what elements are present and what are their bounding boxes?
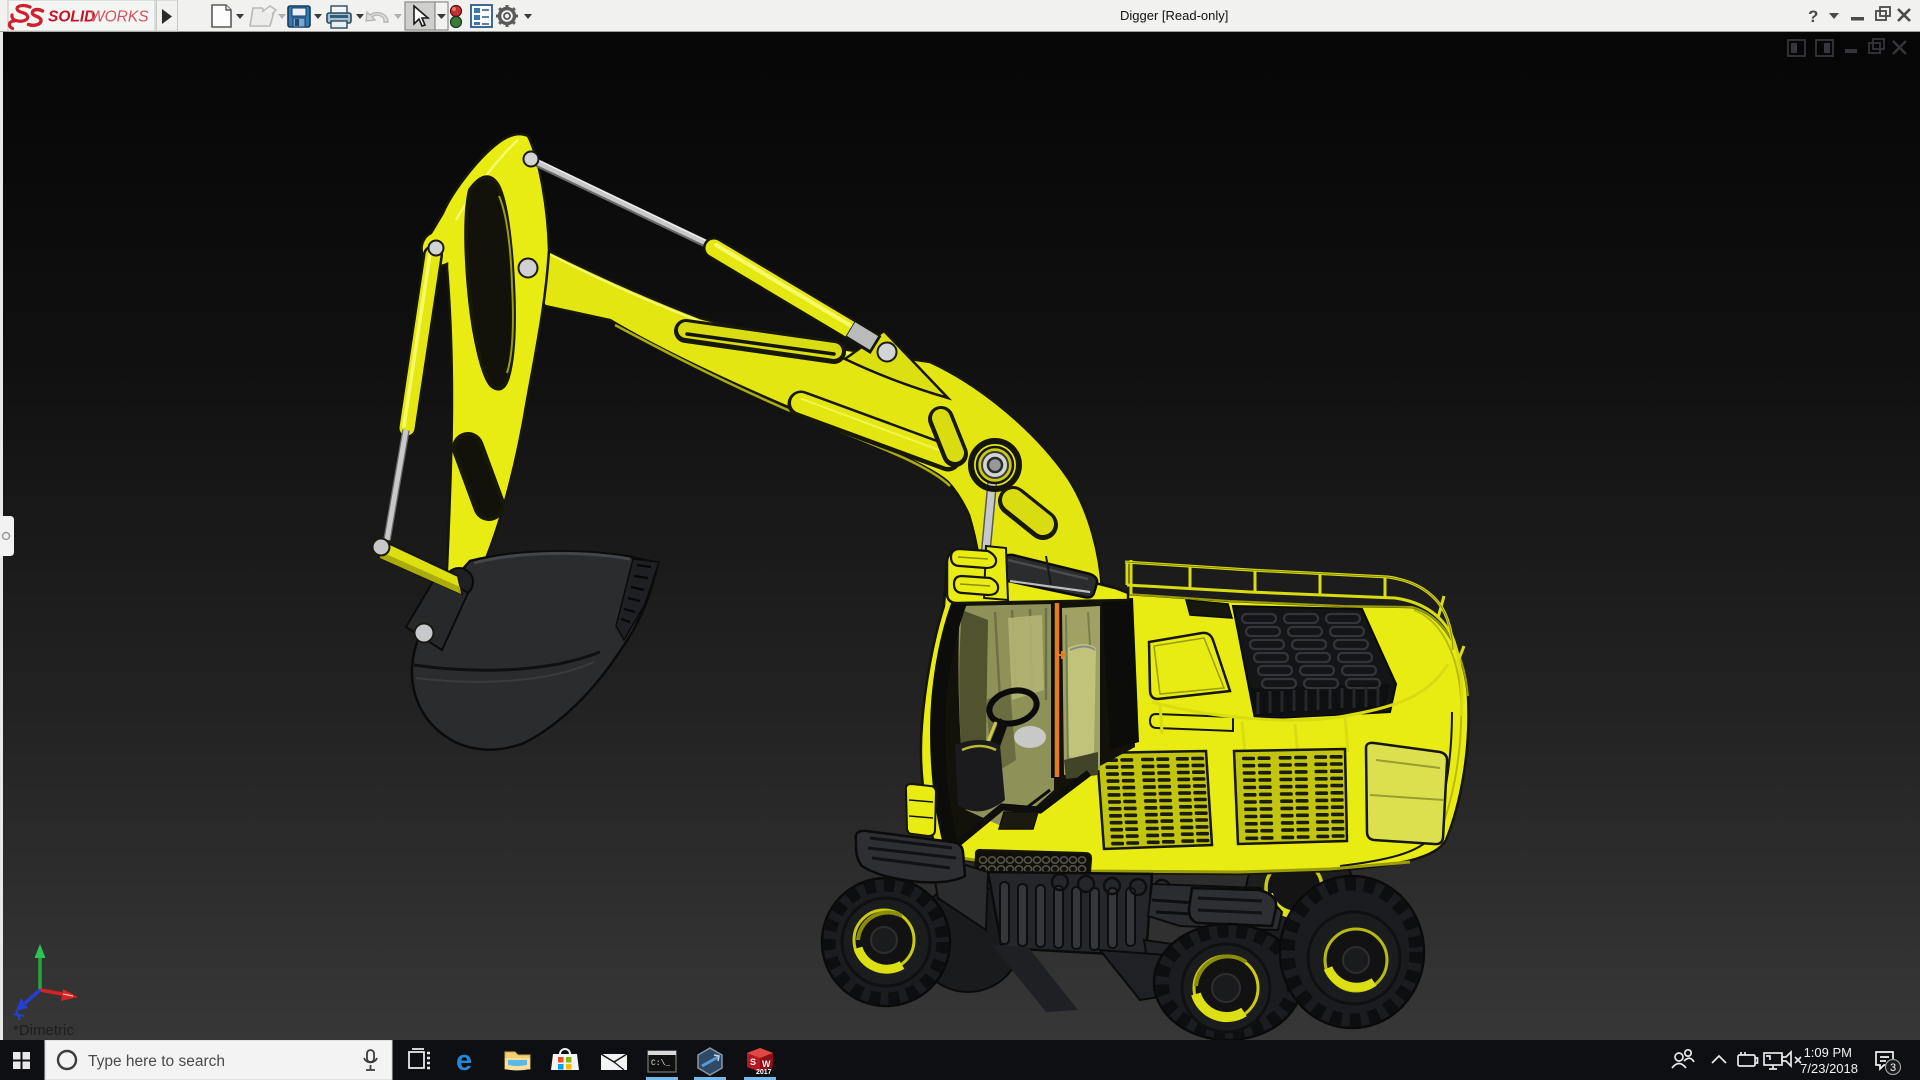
svg-text:e: e: [456, 1045, 472, 1077]
svg-text:1:09 PM: 1:09 PM: [1804, 1045, 1852, 1060]
svg-text:Type here to search: Type here to search: [88, 1053, 225, 1070]
svg-text:SOLID: SOLID: [48, 9, 95, 26]
svg-text:7/23/2018: 7/23/2018: [1800, 1061, 1858, 1076]
svg-text:C:\_: C:\_: [651, 1059, 670, 1068]
svg-text:S: S: [750, 1057, 756, 1067]
svg-text:WORKS: WORKS: [90, 9, 149, 26]
svg-text:W: W: [762, 1059, 771, 1069]
svg-text:*Dimetric: *Dimetric: [13, 1022, 74, 1039]
svg-text:Digger [Read-only]: Digger [Read-only]: [1120, 8, 1228, 23]
svg-text:2017: 2017: [756, 1069, 772, 1076]
svg-text:?: ?: [1808, 7, 1818, 26]
svg-text:3: 3: [1890, 1062, 1896, 1074]
